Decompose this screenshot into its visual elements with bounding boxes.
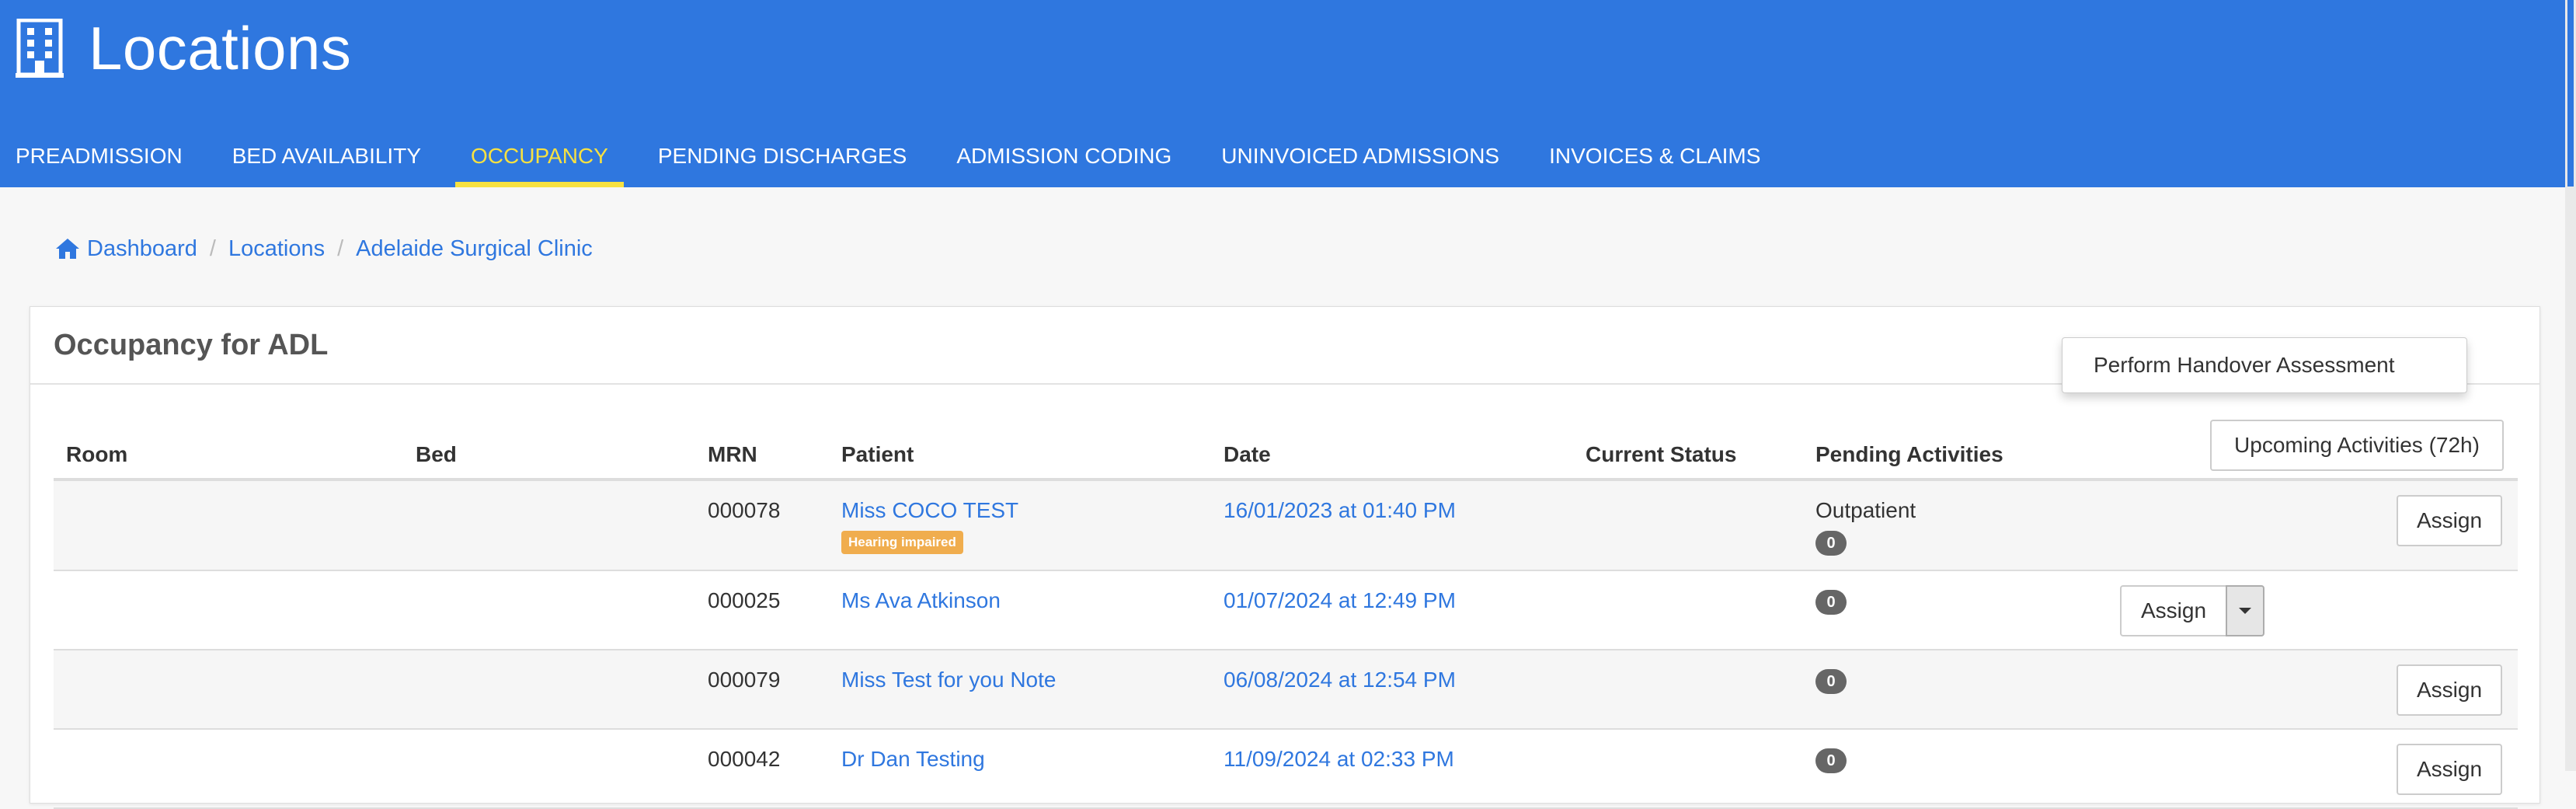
pending-count-badge: 0: [1815, 669, 1847, 694]
tab-pending-discharges[interactable]: PENDING DISCHARGES: [642, 124, 923, 187]
breadcrumb-clinic[interactable]: Adelaide Surgical Clinic: [356, 236, 593, 262]
occupancy-table: Room Bed MRN Patient Date Current Status…: [54, 416, 2518, 809]
tab-uninvoiced-admissions[interactable]: UNINVOICED ADMISSIONS: [1206, 124, 1515, 187]
scrollbar-thumb[interactable]: [2567, 0, 2574, 187]
table-row: 000078 Miss COCO TEST Hearing impaired 1…: [54, 481, 2518, 571]
pending-label: Outpatient: [1815, 498, 1916, 522]
home-icon: [56, 239, 79, 259]
mrn-cell: 000025: [708, 588, 781, 612]
assign-button[interactable]: Assign: [2397, 664, 2502, 716]
menu-item-handover-assessment[interactable]: Perform Handover Assessment: [2094, 353, 2395, 378]
assign-button[interactable]: Assign: [2120, 585, 2227, 636]
table-header: Room Bed MRN Patient Date Current Status…: [54, 416, 2518, 481]
column-current-status: Current Status: [1586, 442, 1737, 466]
mrn-cell: 000078: [708, 498, 781, 522]
mrn-cell: 000079: [708, 668, 781, 692]
breadcrumb: Dashboard / Locations / Adelaide Surgica…: [54, 233, 593, 264]
breadcrumb-locations[interactable]: Locations: [228, 236, 325, 262]
patient-link[interactable]: Dr Dan Testing: [841, 747, 985, 772]
building-icon: [16, 19, 64, 78]
patient-link[interactable]: Miss COCO TEST: [841, 498, 1018, 523]
tab-occupancy[interactable]: OCCUPANCY: [455, 124, 624, 187]
breadcrumb-dashboard[interactable]: Dashboard: [54, 236, 197, 262]
page-header: Locations: [16, 14, 351, 82]
mrn-cell: 000042: [708, 747, 781, 771]
scrollbar[interactable]: [2565, 0, 2576, 771]
table-row: 000042 Dr Dan Testing 11/09/2024 at 02:3…: [54, 730, 2518, 809]
panel-title: Occupancy for ADL: [54, 328, 329, 361]
column-date: Date: [1224, 442, 1271, 466]
pending-count-badge: 0: [1815, 748, 1847, 773]
tab-invoices-claims[interactable]: INVOICES & CLAIMS: [1533, 124, 1776, 187]
pending-count-badge: 0: [1815, 531, 1847, 556]
column-pending-activities: Pending Activities: [1815, 442, 2003, 466]
assign-dropdown-menu: Perform Handover Assessment: [2062, 337, 2467, 393]
table-row: 000025 Ms Ava Atkinson 01/07/2024 at 12:…: [54, 571, 2518, 650]
column-room: Room: [66, 442, 128, 466]
tab-preadmission[interactable]: PREADMISSION: [0, 124, 198, 187]
breadcrumb-dashboard-label: Dashboard: [87, 235, 197, 261]
date-link[interactable]: 16/01/2023 at 01:40 PM: [1224, 498, 1456, 523]
breadcrumb-separator: /: [209, 235, 216, 261]
main-nav: PREADMISSION BED AVAILABILITY OCCUPANCY …: [0, 124, 1794, 187]
breadcrumb-separator: /: [337, 235, 344, 261]
caret-down-icon: [2239, 608, 2251, 614]
assign-button[interactable]: Assign: [2397, 744, 2502, 795]
patient-link[interactable]: Ms Ava Atkinson: [841, 588, 1001, 613]
column-bed: Bed: [416, 442, 457, 466]
assign-button[interactable]: Assign: [2397, 495, 2502, 546]
tab-bed-availability[interactable]: BED AVAILABILITY: [217, 124, 437, 187]
app-header: Locations PREADMISSION BED AVAILABILITY …: [0, 0, 2565, 187]
table-row: 000079 Miss Test for you Note 06/08/2024…: [54, 650, 2518, 730]
page-title: Locations: [89, 13, 352, 82]
date-link[interactable]: 06/08/2024 at 12:54 PM: [1224, 668, 1456, 692]
tab-admission-coding[interactable]: ADMISSION CODING: [941, 124, 1187, 187]
hearing-impaired-tag: Hearing impaired: [841, 531, 963, 554]
date-link[interactable]: 11/09/2024 at 02:33 PM: [1224, 747, 1454, 772]
assign-split-button: Assign: [2120, 585, 2264, 636]
patient-link[interactable]: Miss Test for you Note: [841, 668, 1056, 692]
date-link[interactable]: 01/07/2024 at 12:49 PM: [1224, 588, 1456, 613]
assign-dropdown-toggle[interactable]: [2226, 585, 2264, 636]
column-mrn: MRN: [708, 442, 757, 466]
column-patient: Patient: [841, 442, 914, 466]
pending-count-badge: 0: [1815, 590, 1847, 615]
